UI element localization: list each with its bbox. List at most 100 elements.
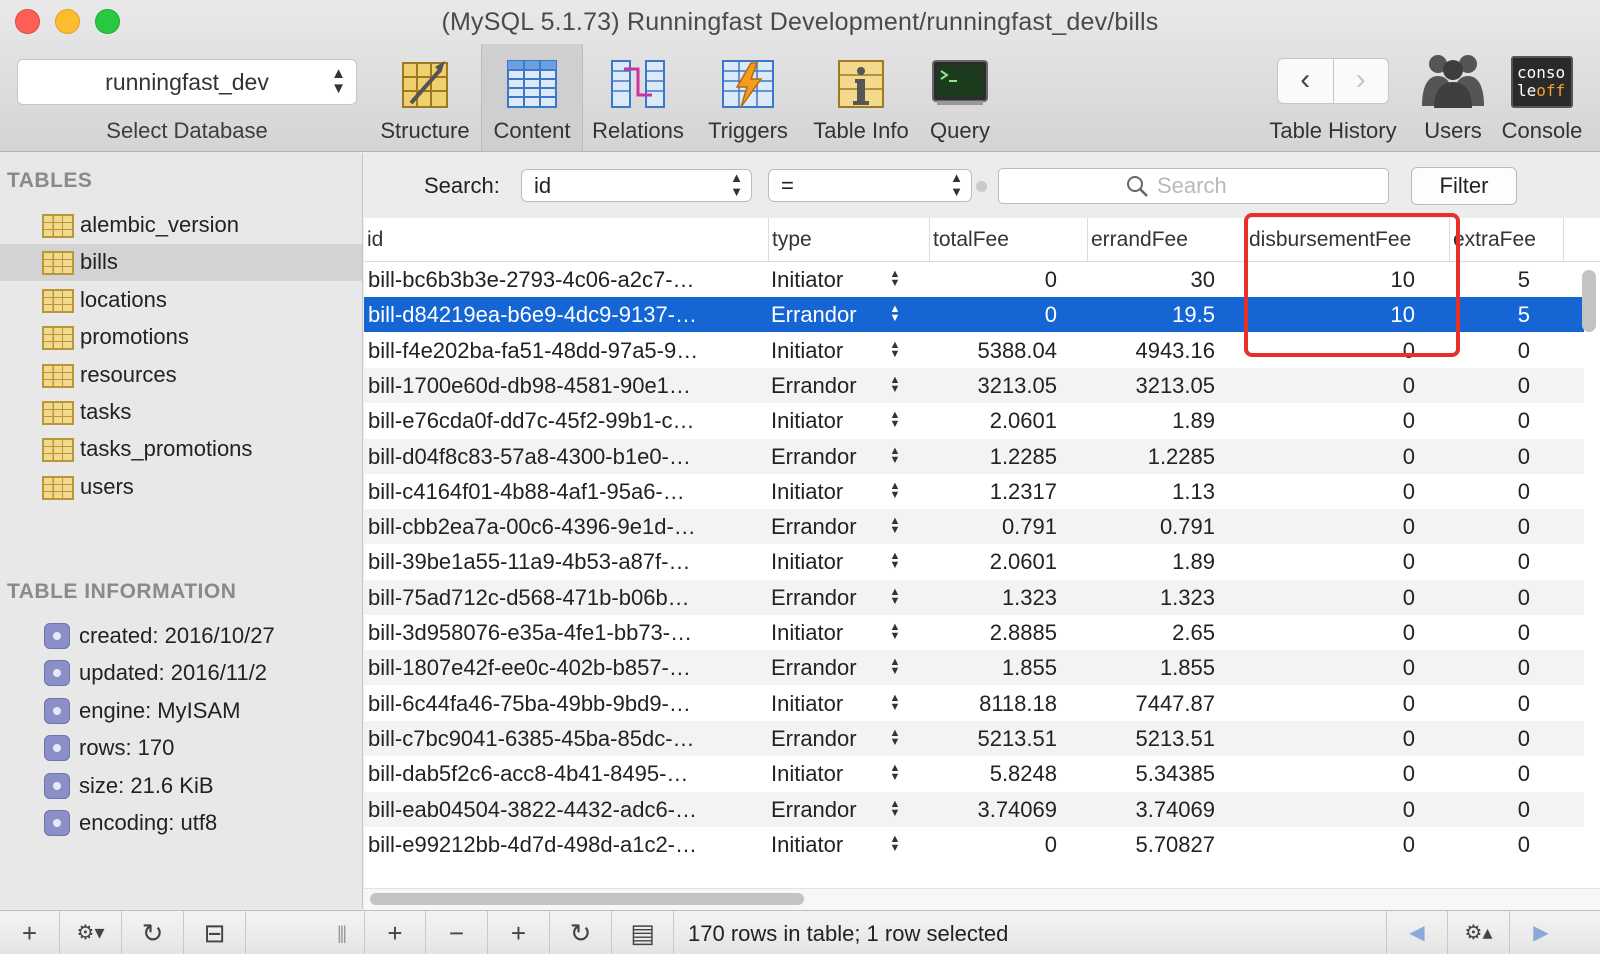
cell-totalfee[interactable]: 2.0601 (930, 403, 1057, 438)
cell-type[interactable]: Errandor (771, 580, 881, 615)
table-row[interactable]: bill-6c44fa46-75ba-49bb-9bd9-… Initiator 8… (364, 686, 1584, 721)
enum-stepper-icon[interactable]: ▲ ▼ (888, 374, 902, 394)
filter-button[interactable]: Filter (1411, 167, 1517, 205)
cell-extrafee[interactable]: 0 (1450, 615, 1530, 650)
table-row[interactable]: bill-75ad712c-d568-471b-b06b… Errandor 1.3… (364, 579, 1584, 615)
sidebar-table-item[interactable]: alembic_version (0, 207, 362, 244)
cell-type[interactable]: Initiator (771, 827, 881, 862)
cell-type[interactable]: Errandor (771, 297, 881, 332)
enum-stepper-icon[interactable]: ▲ ▼ (888, 304, 902, 324)
cell-type[interactable]: Initiator (771, 615, 881, 650)
enum-stepper-icon[interactable]: ▲ ▼ (888, 410, 902, 430)
duplicate-row-button[interactable]: + (488, 911, 550, 954)
cell-totalfee[interactable]: 0.791 (930, 509, 1057, 544)
cell-id[interactable]: bill-d84219ea-b6e9-4dc9-9137-… (368, 297, 752, 332)
cell-type[interactable]: Errandor (771, 368, 881, 403)
cell-id[interactable]: bill-6c44fa46-75ba-49bb-9bd9-… (368, 686, 752, 721)
table-row[interactable]: bill-c4164f01-4b88-4af1-95a6-… Initiator 1… (364, 474, 1584, 509)
delete-row-button[interactable]: − (426, 911, 488, 954)
enum-stepper-icon[interactable]: ▲ ▼ (888, 269, 902, 289)
cell-totalfee[interactable]: 2.0601 (930, 544, 1057, 579)
cell-errandfee[interactable]: 2.65 (1088, 615, 1215, 650)
enum-stepper-icon[interactable]: ▲ ▼ (888, 798, 902, 818)
cell-errandfee[interactable]: 4943.16 (1088, 333, 1215, 368)
cell-type[interactable]: Initiator (771, 262, 881, 297)
sidebar-table-item[interactable]: tasks (0, 394, 362, 431)
cell-extrafee[interactable]: 0 (1450, 474, 1530, 509)
cell-extrafee[interactable]: 0 (1450, 721, 1530, 756)
cell-extrafee[interactable]: 0 (1450, 333, 1530, 368)
cell-disbursementfee[interactable]: 0 (1246, 721, 1415, 756)
cell-id[interactable]: bill-e76cda0f-dd7c-45f2-99b1-c… (368, 403, 752, 438)
structure-button[interactable]: Structure (374, 44, 476, 151)
cell-type[interactable]: Initiator (771, 686, 881, 721)
cell-totalfee[interactable]: 5213.51 (930, 721, 1057, 756)
column-header-extrafee[interactable]: extraFee (1450, 218, 1564, 262)
cell-disbursementfee[interactable]: 0 (1246, 439, 1415, 474)
table-row[interactable]: bill-cbb2ea7a-00c6-4396-9e1d-… Errandor 0.… (364, 509, 1584, 545)
add-table-button[interactable]: + (0, 911, 60, 954)
sidebar-table-item[interactable]: tasks_promotions (0, 431, 362, 468)
enum-stepper-icon[interactable]: ▲ ▼ (888, 657, 902, 677)
cell-errandfee[interactable]: 1.855 (1088, 650, 1215, 685)
cell-disbursementfee[interactable]: 0 (1246, 615, 1415, 650)
sidebar-table-item[interactable]: bills (0, 244, 362, 282)
cell-errandfee[interactable]: 5.34385 (1088, 756, 1215, 791)
cell-type[interactable]: Errandor (771, 792, 881, 827)
cell-totalfee[interactable]: 5.8248 (930, 756, 1057, 791)
cell-errandfee[interactable]: 1.13 (1088, 474, 1215, 509)
enum-stepper-icon[interactable]: ▲ ▼ (888, 551, 902, 571)
cell-disbursementfee[interactable]: 0 (1246, 827, 1415, 862)
sidebar-table-item[interactable]: locations (0, 282, 362, 319)
enum-stepper-icon[interactable]: ▲ ▼ (888, 516, 902, 536)
enum-stepper-icon[interactable]: ▲ ▼ (888, 480, 902, 500)
table-row[interactable]: bill-e99212bb-4d7d-498d-a1c2-… Initiator 0… (364, 827, 1584, 862)
filter-search-input[interactable] (1157, 172, 1377, 200)
cell-errandfee[interactable]: 30 (1088, 262, 1215, 297)
row-export-button[interactable]: ▤ (612, 911, 674, 954)
cell-extrafee[interactable]: 5 (1450, 262, 1530, 297)
cell-totalfee[interactable]: 8118.18 (930, 686, 1057, 721)
cell-totalfee[interactable]: 1.2285 (930, 439, 1057, 474)
enum-stepper-icon[interactable]: ▲ ▼ (888, 586, 902, 606)
enum-stepper-icon[interactable]: ▲ ▼ (888, 833, 902, 853)
cell-id[interactable]: bill-d04f8c83-57a8-4300-b1e0-… (368, 439, 752, 474)
cell-id[interactable]: bill-bc6b3b3e-2793-4c06-a2c7-… (368, 262, 752, 297)
cell-id[interactable]: bill-cbb2ea7a-00c6-4396-9e1d-… (368, 509, 752, 544)
pagination-gear-button[interactable]: ⚙▴ (1448, 911, 1510, 954)
refresh-rows-button[interactable]: ↻ (550, 911, 612, 954)
cell-errandfee[interactable]: 1.89 (1088, 544, 1215, 579)
cell-disbursementfee[interactable]: 0 (1246, 474, 1415, 509)
cell-disbursementfee[interactable]: 0 (1246, 792, 1415, 827)
filter-search-field[interactable] (998, 168, 1389, 204)
cell-id[interactable]: bill-3d958076-e35a-4fe1-bb73-… (368, 615, 752, 650)
sidebar-resize-grip[interactable]: ||| (337, 923, 347, 944)
cell-type[interactable]: Errandor (771, 721, 881, 756)
cell-id[interactable]: bill-dab5f2c6-acc8-4b41-8495-… (368, 756, 752, 791)
toggle-table-info-button[interactable]: ⊟ (184, 911, 246, 954)
cell-id[interactable]: bill-eab04504-3822-4432-adc6-… (368, 792, 752, 827)
cell-id[interactable]: bill-e99212bb-4d7d-498d-a1c2-… (368, 827, 752, 862)
cell-totalfee[interactable]: 0 (930, 262, 1057, 297)
cell-errandfee[interactable]: 19.5 (1088, 297, 1215, 332)
cell-disbursementfee[interactable]: 0 (1246, 403, 1415, 438)
table-actions-gear-button[interactable]: ⚙▾ (60, 911, 122, 954)
cell-extrafee[interactable]: 0 (1450, 580, 1530, 615)
cell-disbursementfee[interactable]: 0 (1246, 756, 1415, 791)
cell-type[interactable]: Initiator (771, 756, 881, 791)
cell-type[interactable]: Initiator (771, 333, 881, 368)
refresh-tables-button[interactable]: ↻ (122, 911, 184, 954)
query-button[interactable]: Query (922, 44, 998, 151)
cell-errandfee[interactable]: 1.2285 (1088, 439, 1215, 474)
cell-errandfee[interactable]: 5.70827 (1088, 827, 1215, 862)
cell-type[interactable]: Errandor (771, 650, 881, 685)
table-row[interactable]: bill-d04f8c83-57a8-4300-b1e0-… Errandor 1.… (364, 438, 1584, 474)
table-row[interactable]: bill-dab5f2c6-acc8-4b41-8495-… Initiator 5… (364, 756, 1584, 791)
history-back-button[interactable]: ‹ (1278, 59, 1333, 103)
cell-extrafee[interactable]: 0 (1450, 650, 1530, 685)
cell-totalfee[interactable]: 1.855 (930, 650, 1057, 685)
cell-type[interactable]: Errandor (771, 439, 881, 474)
cell-id[interactable]: bill-1700e60d-db98-4581-90e1… (368, 368, 752, 403)
database-select[interactable]: runningfast_dev ▲ ▼ (17, 59, 357, 105)
column-header-id[interactable]: id (364, 218, 769, 262)
